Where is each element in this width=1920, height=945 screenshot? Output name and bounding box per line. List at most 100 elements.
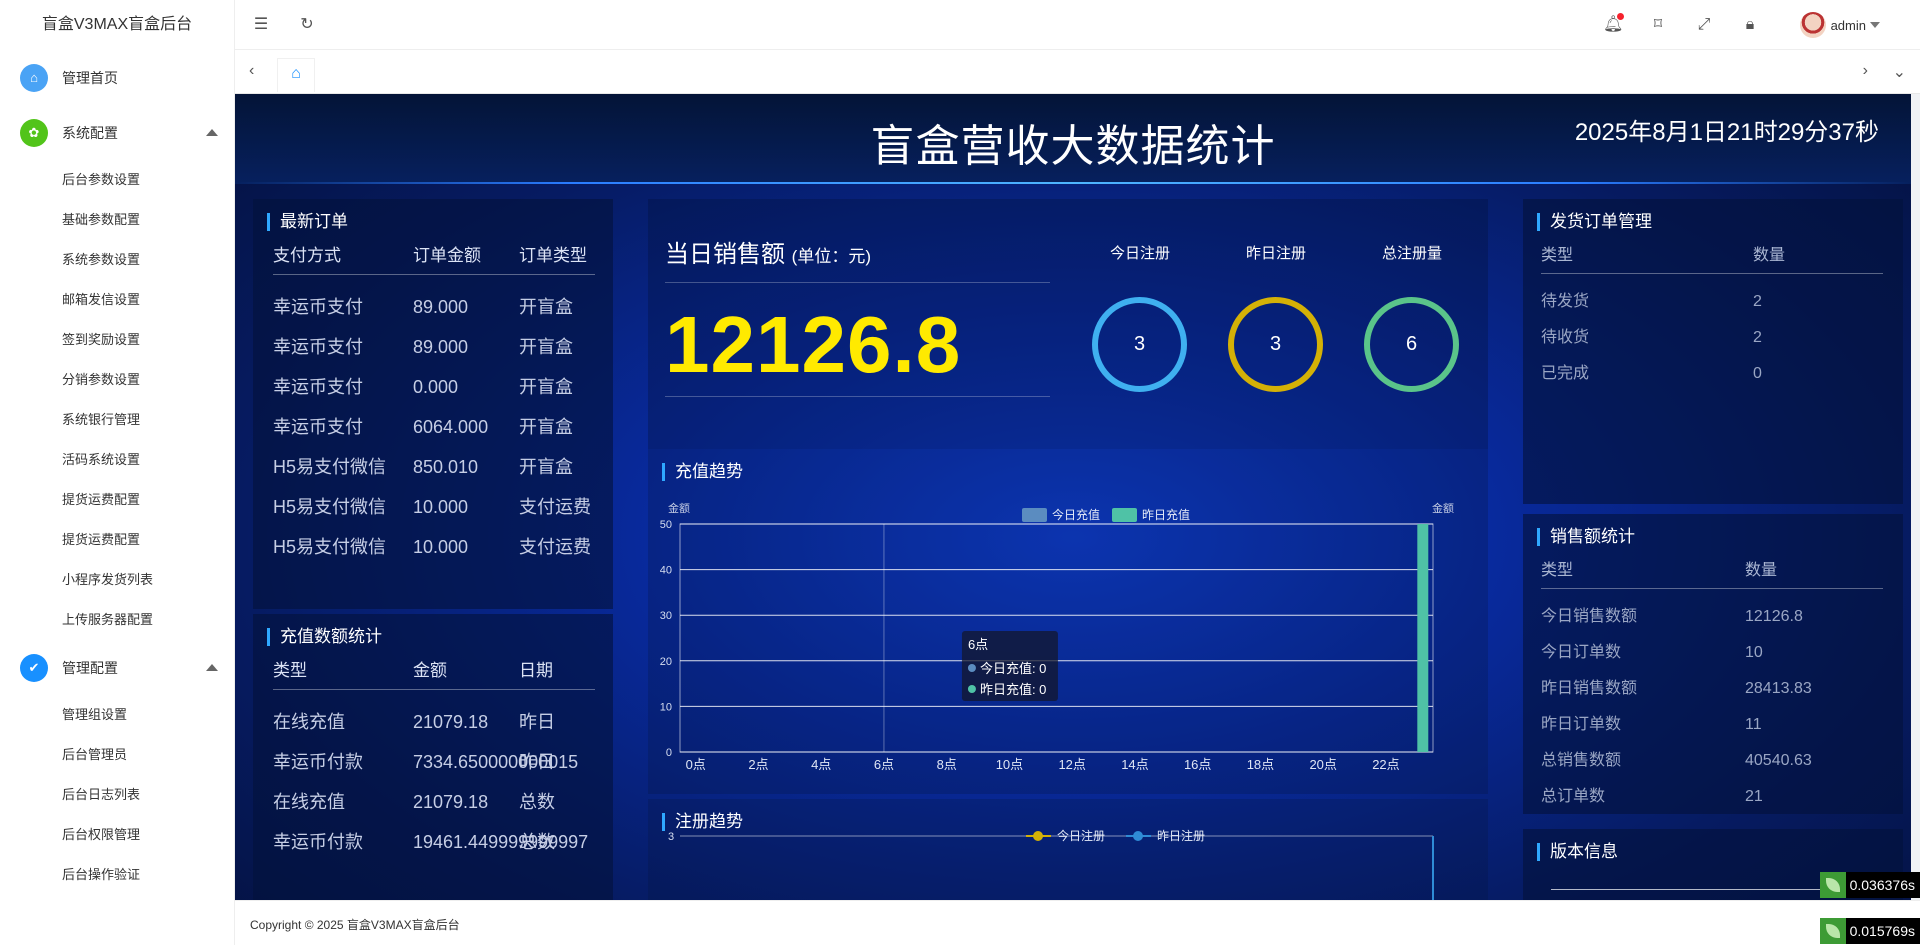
table-cell: 昨日订单数 bbox=[1541, 716, 1622, 733]
table-row: 幸运币支付 89.000 开盲盒 bbox=[273, 327, 595, 367]
tabs-dropdown-icon[interactable]: ⌄ bbox=[1893, 62, 1906, 82]
sidebar-item[interactable]: 签到奖励设置 bbox=[0, 320, 234, 360]
table-row: 总订单数 21 bbox=[1541, 779, 1883, 815]
x-tick-label: 6点 bbox=[874, 757, 894, 772]
table-cell: 幸运币支付 bbox=[273, 337, 363, 357]
chevron-up-icon bbox=[206, 129, 218, 136]
table-cell: 开盲盒 bbox=[519, 337, 573, 357]
table-cell: 12126.8 bbox=[1745, 608, 1803, 625]
table-cell: 昨日 bbox=[519, 752, 555, 772]
table-cell: 10.000 bbox=[413, 497, 469, 517]
table-cell: 幸运币支付 bbox=[273, 417, 363, 437]
fullscreen-icon[interactable]: ⤢ bbox=[1694, 15, 1714, 35]
table-row: H5易支付微信 10.000 支付运费 bbox=[273, 487, 595, 527]
divider bbox=[665, 282, 1050, 283]
sidebar-item[interactable]: 系统银行管理 bbox=[0, 400, 234, 440]
recharge-stats-panel: 充值数额统计 类型 金额 日期 在线充值 21079.18 昨日 幸运币付款 7334.… bbox=[253, 614, 613, 900]
sidebar-item[interactable]: 后台权限管理 bbox=[0, 815, 234, 855]
table-cell: 待收货 bbox=[1541, 329, 1590, 346]
timer-value: 0.015769s bbox=[1849, 923, 1915, 939]
table-cell: H5易支付微信 bbox=[273, 457, 387, 477]
x-tick-label: 4点 bbox=[811, 757, 831, 772]
table-cell: 6064.000 bbox=[413, 417, 489, 437]
column-header: 类型 bbox=[1541, 562, 1574, 579]
sidebar-item[interactable]: 小程序发货列表 bbox=[0, 560, 234, 600]
registration-trend-panel: 注册趋势 3 今日注册 昨日注册 bbox=[648, 799, 1488, 900]
legend-label: 昨日充值 bbox=[1142, 507, 1190, 522]
sidebar-item[interactable]: 邮箱发信设置 bbox=[0, 280, 234, 320]
bell-icon[interactable]: 🔔︎ bbox=[1603, 13, 1624, 35]
table-cell: 总销售数额 bbox=[1541, 752, 1622, 769]
sidebar-item[interactable]: 系统参数设置 bbox=[0, 240, 234, 280]
bar bbox=[1417, 524, 1429, 752]
y-tick-label: 50 bbox=[660, 519, 672, 531]
sidebar-item[interactable]: 分销参数设置 bbox=[0, 360, 234, 400]
recharge-trend-chart: 0 10 20 30 40 50 金额 金额 0点 2点 4点 6点 8点 10点 12点 14点 16点 18点… bbox=[660, 501, 1454, 772]
caret-down-icon bbox=[1870, 22, 1880, 28]
legend-swatch bbox=[1022, 508, 1047, 522]
tag-icon[interactable]: ⌑ bbox=[1648, 15, 1668, 35]
sidebar-item[interactable]: 上传服务器配置 bbox=[0, 600, 234, 640]
dashboard: 盲盒营收大数据统计 2025年8月1日21时29分37秒 最新订单 支付方式 订… bbox=[235, 94, 1911, 900]
tabs-prev-icon[interactable]: ‹ bbox=[249, 62, 254, 80]
table-body: 今日销售数额 12126.8 今日订单数 10 昨日销售数额 28413.83 昨日订单数 1… bbox=[1541, 589, 1883, 815]
table-cell: 开盲盒 bbox=[519, 297, 573, 317]
legend-swatch bbox=[1112, 508, 1137, 522]
legend-marker bbox=[1133, 831, 1143, 841]
menu-fold-icon[interactable]: ☰ bbox=[251, 15, 271, 35]
table-cell: 已完成 bbox=[1541, 365, 1590, 382]
timer-value: 0.036376s bbox=[1849, 877, 1915, 893]
table-body: 待发货 2 待收货 2 已完成 0 bbox=[1541, 274, 1883, 392]
sidebar-item[interactable]: 基础参数配置 bbox=[0, 200, 234, 240]
tooltip-line: 今日充值: 0 bbox=[980, 661, 1046, 676]
sidebar-item[interactable]: 提货运费配置 bbox=[0, 480, 234, 520]
copyright: Copyright © 2025 盲盒V3MAX盲盒后台 bbox=[250, 918, 460, 932]
x-tick-label: 8点 bbox=[937, 757, 957, 772]
chevron-up-icon bbox=[206, 664, 218, 671]
sidebar-item[interactable]: 后台管理员 bbox=[0, 735, 234, 775]
y-tick-label: 3 bbox=[668, 831, 674, 843]
sidebar-item[interactable]: 后台操作验证 bbox=[0, 855, 234, 895]
recharge-stats-table: 类型 金额 日期 在线充值 21079.18 昨日 幸运币付款 7334.6500000… bbox=[273, 656, 595, 862]
sidebar-group-system[interactable]: ✿ 系统配置 bbox=[0, 105, 234, 160]
user-menu[interactable]: admin bbox=[1799, 12, 1880, 38]
table-cell: H5易支付微信 bbox=[273, 537, 387, 557]
tab-home[interactable]: ⌂ bbox=[277, 58, 315, 92]
table-cell: 0.000 bbox=[413, 377, 459, 397]
refresh-icon[interactable]: ↻ bbox=[297, 15, 317, 35]
table-cell: 幸运币付款 bbox=[273, 832, 363, 852]
sales-stats-table: 类型 数量 今日销售数额 12126.8 今日订单数 10 昨日销售数额 28413.83… bbox=[1541, 556, 1883, 815]
table-cell: 开盲盒 bbox=[519, 377, 573, 397]
sidebar-item[interactable]: 活码系统设置 bbox=[0, 440, 234, 480]
tooltip-line: 昨日充值: 0 bbox=[980, 682, 1046, 697]
x-tick-label: 2点 bbox=[748, 757, 768, 772]
table-cell: 今日销售数额 bbox=[1541, 608, 1638, 625]
column-header: 数量 bbox=[1745, 562, 1778, 579]
table-cell: 支付运费 bbox=[519, 537, 591, 557]
sidebar-item-home[interactable]: ⌂ 管理首页 bbox=[0, 50, 234, 105]
total-registrations-label: 总注册量 bbox=[1381, 245, 1442, 262]
y-tick-label: 30 bbox=[660, 610, 672, 622]
sidebar-item[interactable]: 后台日志列表 bbox=[0, 775, 234, 815]
sidebar-item[interactable]: 后台参数设置 bbox=[0, 160, 234, 200]
debug-timer: 0.036376s bbox=[1819, 872, 1920, 898]
table-cell: 10.000 bbox=[413, 537, 469, 557]
table-row: 幸运币付款 19461.449999999997 总数 bbox=[273, 822, 595, 862]
sidebar-item-label: 管理首页 bbox=[62, 69, 118, 86]
table-row: 昨日销售数额 28413.83 bbox=[1541, 671, 1883, 707]
table-cell: 10 bbox=[1745, 644, 1763, 661]
sidebar-item[interactable]: 提货运费配置 bbox=[0, 520, 234, 560]
daily-sales-label: 当日销售额 (单位：元) bbox=[665, 234, 871, 269]
sidebar-item[interactable]: 管理组设置 bbox=[0, 695, 234, 735]
table-header: 类型 金额 日期 bbox=[273, 656, 595, 690]
tabs-next-icon[interactable]: › bbox=[1863, 62, 1868, 80]
check-icon: ✔ bbox=[20, 653, 48, 682]
lock-icon[interactable]: 🔒︎ bbox=[1740, 15, 1760, 35]
home-icon: ⌂ bbox=[20, 63, 48, 92]
leaf-icon bbox=[1819, 918, 1846, 944]
sidebar-group-admin[interactable]: ✔ 管理配置 bbox=[0, 640, 234, 695]
table-row: 幸运币付款 7334.650000000015 昨日 bbox=[273, 742, 595, 782]
legend-label: 今日充值 bbox=[1052, 507, 1100, 522]
table-cell: 总数 bbox=[519, 832, 555, 852]
table-cell: 开盲盒 bbox=[519, 457, 573, 477]
